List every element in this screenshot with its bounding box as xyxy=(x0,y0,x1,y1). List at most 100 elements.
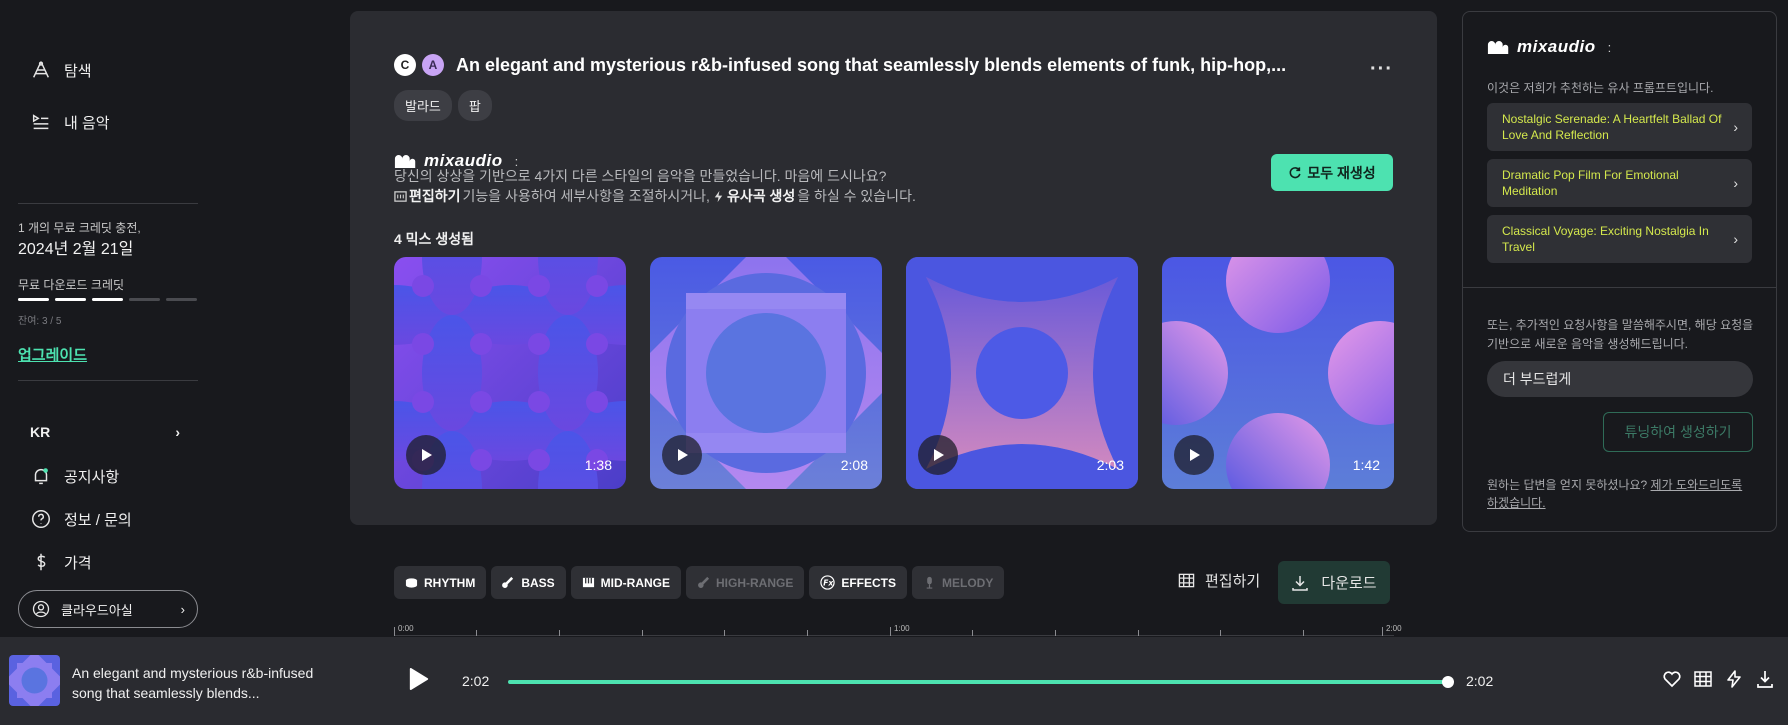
play-button[interactable] xyxy=(1174,435,1214,475)
user-menu[interactable]: 클라우드아실 › xyxy=(18,590,198,628)
timeline-ruler[interactable]: 0:00 1:00 2:00 xyxy=(394,624,1402,636)
stem-label: HIGH-RANGE xyxy=(716,575,794,590)
play-button[interactable] xyxy=(918,435,958,475)
play-icon xyxy=(1190,449,1200,461)
stem-melody-button[interactable]: MELODY xyxy=(912,566,1005,599)
tune-input[interactable] xyxy=(1487,361,1753,397)
more-options-button[interactable]: ··· xyxy=(1370,58,1393,81)
language-selector[interactable]: KR › xyxy=(30,424,180,440)
nav-info-label: 정보 / 문의 xyxy=(64,511,132,529)
mix-tile[interactable]: 2:08 xyxy=(650,257,882,489)
mix-count: 4 믹스 생성됨 xyxy=(394,231,474,247)
timeline-label: 2:00 xyxy=(1386,624,1402,633)
timeline-label: 1:00 xyxy=(894,624,910,633)
play-icon xyxy=(422,449,432,461)
suggested-prompt[interactable]: Dramatic Pop Film For Emotional Meditati… xyxy=(1487,159,1752,207)
mix-duration: 2:08 xyxy=(840,457,868,473)
description-line: 당신의 상상을 기반으로 4가지 다른 스타일의 음악을 만들었습니다. 마음에… xyxy=(394,168,887,184)
progress-bar[interactable] xyxy=(508,676,1454,688)
progress-knob[interactable] xyxy=(1442,676,1454,688)
user-name: 클라우드아실 xyxy=(61,602,133,618)
bell-icon xyxy=(34,468,48,485)
mix-tile[interactable]: 1:38 xyxy=(394,257,626,489)
current-time: 2:02 xyxy=(462,673,490,689)
player-play-button[interactable] xyxy=(408,667,430,696)
stem-bass-button[interactable]: BASS xyxy=(491,566,566,599)
stem-rhythm-button[interactable]: RHYTHM xyxy=(394,566,487,599)
remaining-credits: 잔여: 3 / 5 xyxy=(18,316,62,327)
mix-duration: 2:03 xyxy=(1096,457,1124,473)
nav-pricing-label: 가격 xyxy=(64,554,92,572)
lightning-icon[interactable] xyxy=(1724,669,1744,689)
suggested-prompt[interactable]: Nostalgic Serenade: A Heartfelt Ballad O… xyxy=(1487,103,1752,151)
stem-mid-range-button[interactable]: MID-RANGE xyxy=(570,566,681,599)
play-button[interactable] xyxy=(406,435,446,475)
description-line: 편집하기 기능을 사용하여 세부사항을 조절하시거나, 유사곡 생성 을 하실 … xyxy=(394,186,916,206)
similar-link-text[interactable]: 유사곡 생성 xyxy=(727,186,795,206)
play-icon xyxy=(409,668,429,690)
stem-high-range-button[interactable]: HIGH-RANGE xyxy=(686,566,805,599)
mix-tile[interactable]: 2:03 xyxy=(906,257,1138,489)
download-icon[interactable] xyxy=(1755,669,1775,689)
player-actions xyxy=(1662,669,1775,689)
genre-tag[interactable]: 팝 xyxy=(457,90,492,121)
guitar-icon xyxy=(698,576,710,588)
nav-explore-label: 탐색 xyxy=(64,62,92,80)
edit-label: 편집하기 xyxy=(1205,573,1261,590)
edit-grid-icon[interactable] xyxy=(1693,669,1713,689)
credit-date: 2024년 2월 21일 xyxy=(18,241,134,258)
play-button[interactable] xyxy=(662,435,702,475)
now-playing-title: An elegant and mysterious r&b-infused so… xyxy=(72,665,314,701)
mix-duration: 1:38 xyxy=(584,457,612,473)
nav-my-music-label: 내 음악 xyxy=(64,114,110,132)
explore-icon xyxy=(33,61,49,78)
nav-info[interactable]: 정보 / 문의 xyxy=(30,508,132,530)
download-icon xyxy=(1292,575,1309,591)
mix-duration: 1:42 xyxy=(1352,457,1380,473)
panel-subtitle: 이것은 저희가 추천하는 유사 프롬프트입니다. xyxy=(1487,81,1714,95)
download-button[interactable]: 다운로드 xyxy=(1278,561,1390,604)
credit-line: 1 개의 무료 크레딧 충전, xyxy=(18,221,141,235)
song-title: An elegant and mysterious r&b-infused so… xyxy=(456,54,1287,75)
edit-link-text[interactable]: 편집하기 xyxy=(409,186,461,206)
user-icon xyxy=(32,600,50,618)
upgrade-link[interactable]: 업그레이드 xyxy=(18,344,87,365)
panel-divider xyxy=(1463,287,1776,288)
edit-grid-icon xyxy=(1178,573,1195,588)
mix-tile[interactable]: 1:42 xyxy=(1162,257,1394,489)
mic-icon xyxy=(926,576,933,589)
tune-generate-button[interactable]: 튜닝하여 생성하기 xyxy=(1603,412,1753,452)
refresh-icon xyxy=(1289,166,1301,178)
sidebar-divider xyxy=(18,380,198,381)
nav-notice-label: 공지사항 xyxy=(64,468,120,486)
regenerate-all-button[interactable]: 모두 재생성 xyxy=(1271,154,1393,191)
stem-effects-button[interactable]: Fx EFFECTS xyxy=(809,566,908,599)
library-icon xyxy=(32,114,49,130)
nav-pricing[interactable]: 가격 xyxy=(30,551,92,573)
stem-label: RHYTHM xyxy=(424,575,476,590)
description-text: 기능을 사용하여 세부사항을 조절하시거나, xyxy=(462,188,710,204)
piano-icon xyxy=(582,577,594,588)
nav-notice[interactable]: 공지사항 xyxy=(30,465,119,487)
edit-button[interactable]: 편집하기 xyxy=(1178,570,1260,591)
help-icon xyxy=(32,510,50,528)
tune-description: 또는, 추가적인 요청사항을 말씀해주시면, 해당 요청을 기반으로 새로운 음… xyxy=(1487,318,1754,351)
avatar: A xyxy=(422,54,444,76)
mixaudio-logo-icon xyxy=(1487,40,1509,54)
heart-icon[interactable] xyxy=(1662,669,1682,689)
mixaudio-logo: mixaudio : xyxy=(1487,37,1611,57)
logo-text: mixaudio xyxy=(1517,37,1596,56)
result-card: C A An elegant and mysterious r&b-infuse… xyxy=(350,11,1437,525)
suggested-prompt[interactable]: Classical Voyage: Exciting Nostalgia In … xyxy=(1487,215,1752,263)
chevron-right-icon: › xyxy=(1733,175,1738,191)
help-text: 원하는 답변을 얻지 못하셨나요? 제가 도와드리도록 하겠습니다. xyxy=(1487,476,1755,512)
genre-tag[interactable]: 발라드 xyxy=(394,90,452,121)
chevron-right-icon: › xyxy=(1733,231,1738,247)
total-time: 2:02 xyxy=(1466,673,1494,689)
nav-explore[interactable]: 탐색 xyxy=(30,59,92,81)
suggested-prompt-text: Dramatic Pop Film For Emotional Meditati… xyxy=(1502,168,1679,198)
nav-my-music[interactable]: 내 음악 xyxy=(30,111,110,133)
logo-colon: : xyxy=(1607,39,1612,55)
stem-label: BASS xyxy=(521,575,555,590)
stem-label: EFFECTS xyxy=(841,575,897,590)
